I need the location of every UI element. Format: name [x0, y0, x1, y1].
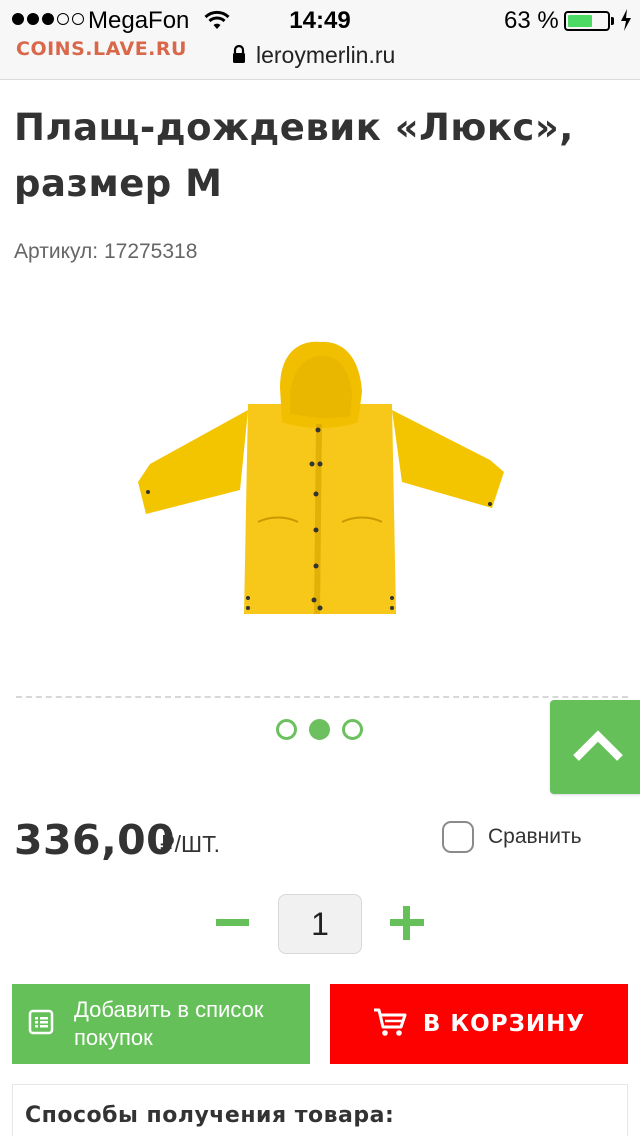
add-to-shopping-list-button[interactable]: Добавить в список покупок [12, 984, 310, 1064]
quantity-increase-button[interactable] [390, 906, 424, 940]
address-bar[interactable]: leroymerlin.ru [232, 42, 395, 69]
compare-label: Сравнить [488, 825, 582, 848]
status-bar: MegaFon 14:49 63 % [0, 0, 640, 40]
product-image[interactable] [130, 332, 510, 622]
gallery-divider [16, 696, 628, 698]
lock-icon [232, 42, 246, 69]
delivery-options-section: Способы получения товара: [12, 1084, 628, 1136]
add-to-shopping-list-label: Добавить в список покупок [74, 997, 264, 1050]
battery-tip [611, 17, 614, 25]
price-unit: ₽/ШТ. [160, 831, 220, 857]
battery-percent: 63 % [504, 7, 559, 34]
battery-fill [568, 15, 592, 27]
url-text: leroymerlin.ru [256, 42, 396, 68]
gallery-dot-2[interactable] [309, 719, 330, 740]
chevron-up-icon [572, 728, 624, 767]
scroll-to-top-button[interactable] [550, 700, 640, 794]
gallery-dot-1[interactable] [276, 719, 297, 740]
watermark: COINS.LAVE.RU [16, 38, 187, 60]
quantity-input[interactable]: 1 [278, 894, 362, 954]
add-to-cart-label: В КОРЗИНУ [422, 1011, 586, 1037]
compare-toggle[interactable]: Сравнить [442, 821, 582, 853]
product-price: 336,00 [14, 816, 176, 864]
product-title-line1: Плащ-дождевик «Люкс», [14, 106, 574, 149]
delivery-options-title: Способы получения товара: [25, 1103, 395, 1128]
list-icon [28, 1009, 54, 1040]
gallery-pagination [276, 719, 363, 740]
browser-chrome: MegaFon 14:49 63 % COINS.LAVE.RU leroyme… [0, 0, 640, 80]
charging-icon [620, 9, 632, 38]
product-title: Плащ-дождевик «Люкс», размер M [14, 100, 614, 212]
quantity-decrease-button[interactable] [216, 919, 249, 926]
gallery-dot-3[interactable] [342, 719, 363, 740]
cart-icon [373, 1007, 407, 1042]
article-number: Артикул: 17275318 [14, 240, 198, 263]
product-title-line2: размер M [14, 162, 223, 205]
battery-icon [564, 11, 610, 31]
compare-checkbox[interactable] [442, 821, 474, 853]
add-to-cart-button[interactable]: В КОРЗИНУ [330, 984, 628, 1064]
